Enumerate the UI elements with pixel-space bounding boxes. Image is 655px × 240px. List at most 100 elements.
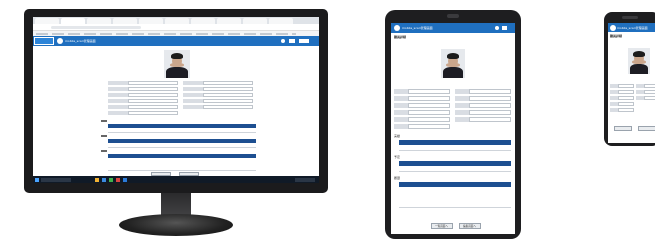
form-row [183, 99, 253, 103]
form-row [108, 93, 178, 97]
form-input[interactable] [644, 90, 655, 94]
desktop-screen: mobile_scan管理画面 [33, 17, 319, 183]
section-label-history: 履歴 [394, 176, 401, 180]
staff-photo [441, 49, 465, 78]
form-row [455, 89, 511, 94]
form-row [636, 90, 655, 94]
form-select[interactable] [618, 102, 634, 106]
table-row [399, 145, 511, 151]
form-input[interactable] [618, 90, 634, 94]
app-title: mobile_scan管理画面 [617, 25, 648, 30]
form-row [610, 84, 634, 88]
edit-label: 編集画面へ [463, 225, 476, 228]
form-select[interactable] [408, 117, 450, 122]
form-input[interactable] [203, 87, 253, 91]
form-input[interactable] [408, 124, 450, 129]
form-select[interactable] [469, 117, 511, 122]
form-row [636, 84, 655, 88]
form-input[interactable] [618, 108, 634, 112]
menu-icon[interactable] [502, 26, 507, 30]
form-input[interactable] [408, 89, 450, 94]
form-row [108, 81, 178, 85]
back-to-list-button[interactable] [614, 126, 632, 131]
edit-button[interactable] [638, 126, 655, 131]
staff-photo [628, 48, 650, 74]
back-to-list-label: 一覧画面へ [435, 225, 448, 228]
form-row [183, 87, 253, 91]
taskbar-app-icon[interactable] [116, 177, 120, 182]
back-to-list-button[interactable]: 一覧画面へ [431, 223, 453, 229]
section-title: 職員詳細 [610, 34, 623, 38]
form-row [455, 103, 511, 108]
form-input[interactable] [128, 111, 178, 115]
form-input[interactable] [469, 89, 511, 94]
form-row [610, 90, 634, 94]
tablet-screen: mobile_scan管理画面 職員詳細 実績 予定 履歴 一覧画面へ 編集画面… [391, 23, 515, 234]
form-input[interactable] [469, 110, 511, 115]
form-input[interactable] [408, 103, 450, 108]
form-input[interactable] [618, 96, 634, 100]
phone-device: mobile_scan管理画面 職員詳細 [604, 12, 655, 146]
form-select[interactable] [203, 105, 253, 109]
monitor-stand-base [119, 214, 233, 236]
windows-start-icon[interactable] [35, 177, 39, 182]
taskbar-app-icon[interactable] [123, 177, 127, 182]
address-bar[interactable] [33, 24, 319, 31]
form-input[interactable] [644, 96, 655, 100]
section-label-results [101, 120, 107, 122]
phone-speaker [622, 16, 638, 19]
form-input[interactable] [128, 93, 178, 97]
app-header: mobile_scan管理画面 [608, 23, 655, 32]
taskbar-app-icon[interactable] [95, 177, 99, 182]
form-row [394, 89, 450, 94]
form-row [394, 124, 450, 129]
taskbar-search[interactable] [41, 177, 71, 182]
form-row [108, 87, 178, 91]
form-row [183, 105, 253, 109]
taskbar [33, 176, 319, 183]
form-input[interactable] [203, 99, 253, 103]
form-input[interactable] [128, 81, 178, 85]
section-label-schedule [101, 135, 107, 137]
taskbar-app-icon[interactable] [102, 177, 106, 182]
form-input[interactable] [408, 110, 450, 115]
form-input[interactable] [469, 103, 511, 108]
form-input[interactable] [469, 96, 511, 101]
section-title: 職員詳細 [394, 35, 407, 39]
bell-icon[interactable] [281, 39, 285, 43]
app-title: mobile_scan管理画面 [65, 39, 96, 43]
form-row [610, 96, 634, 100]
form-row [636, 96, 655, 100]
taskbar-clock [295, 177, 315, 182]
form-row [394, 117, 450, 122]
table-row [399, 202, 511, 208]
form-row [394, 103, 450, 108]
logout-button[interactable] [299, 39, 309, 43]
form-input[interactable] [408, 96, 450, 101]
form-input[interactable] [128, 87, 178, 91]
form-input[interactable] [644, 84, 655, 88]
user-icon [394, 25, 400, 31]
section-label-schedule: 予定 [394, 155, 401, 159]
form-input[interactable] [203, 81, 253, 85]
form-row [455, 117, 511, 122]
table-row [399, 166, 511, 172]
form-input[interactable] [128, 99, 178, 103]
user-icon [57, 38, 63, 44]
form-row [455, 110, 511, 115]
app-header: mobile_scan管理画面 [33, 36, 319, 46]
app-logo-icon[interactable] [34, 37, 54, 45]
form-input[interactable] [618, 84, 634, 88]
form-input[interactable] [203, 93, 253, 97]
menu-icon[interactable] [289, 39, 295, 43]
bell-icon[interactable] [495, 26, 499, 30]
desktop-monitor: mobile_scan管理画面 [24, 9, 328, 193]
form-row [183, 93, 253, 97]
taskbar-app-icon[interactable] [109, 177, 113, 182]
table-row [108, 128, 256, 133]
form-row [610, 102, 634, 106]
edit-button[interactable]: 編集画面へ [459, 223, 481, 229]
form-select[interactable] [128, 105, 178, 109]
form-row [108, 111, 178, 115]
app-header: mobile_scan管理画面 [391, 23, 515, 33]
